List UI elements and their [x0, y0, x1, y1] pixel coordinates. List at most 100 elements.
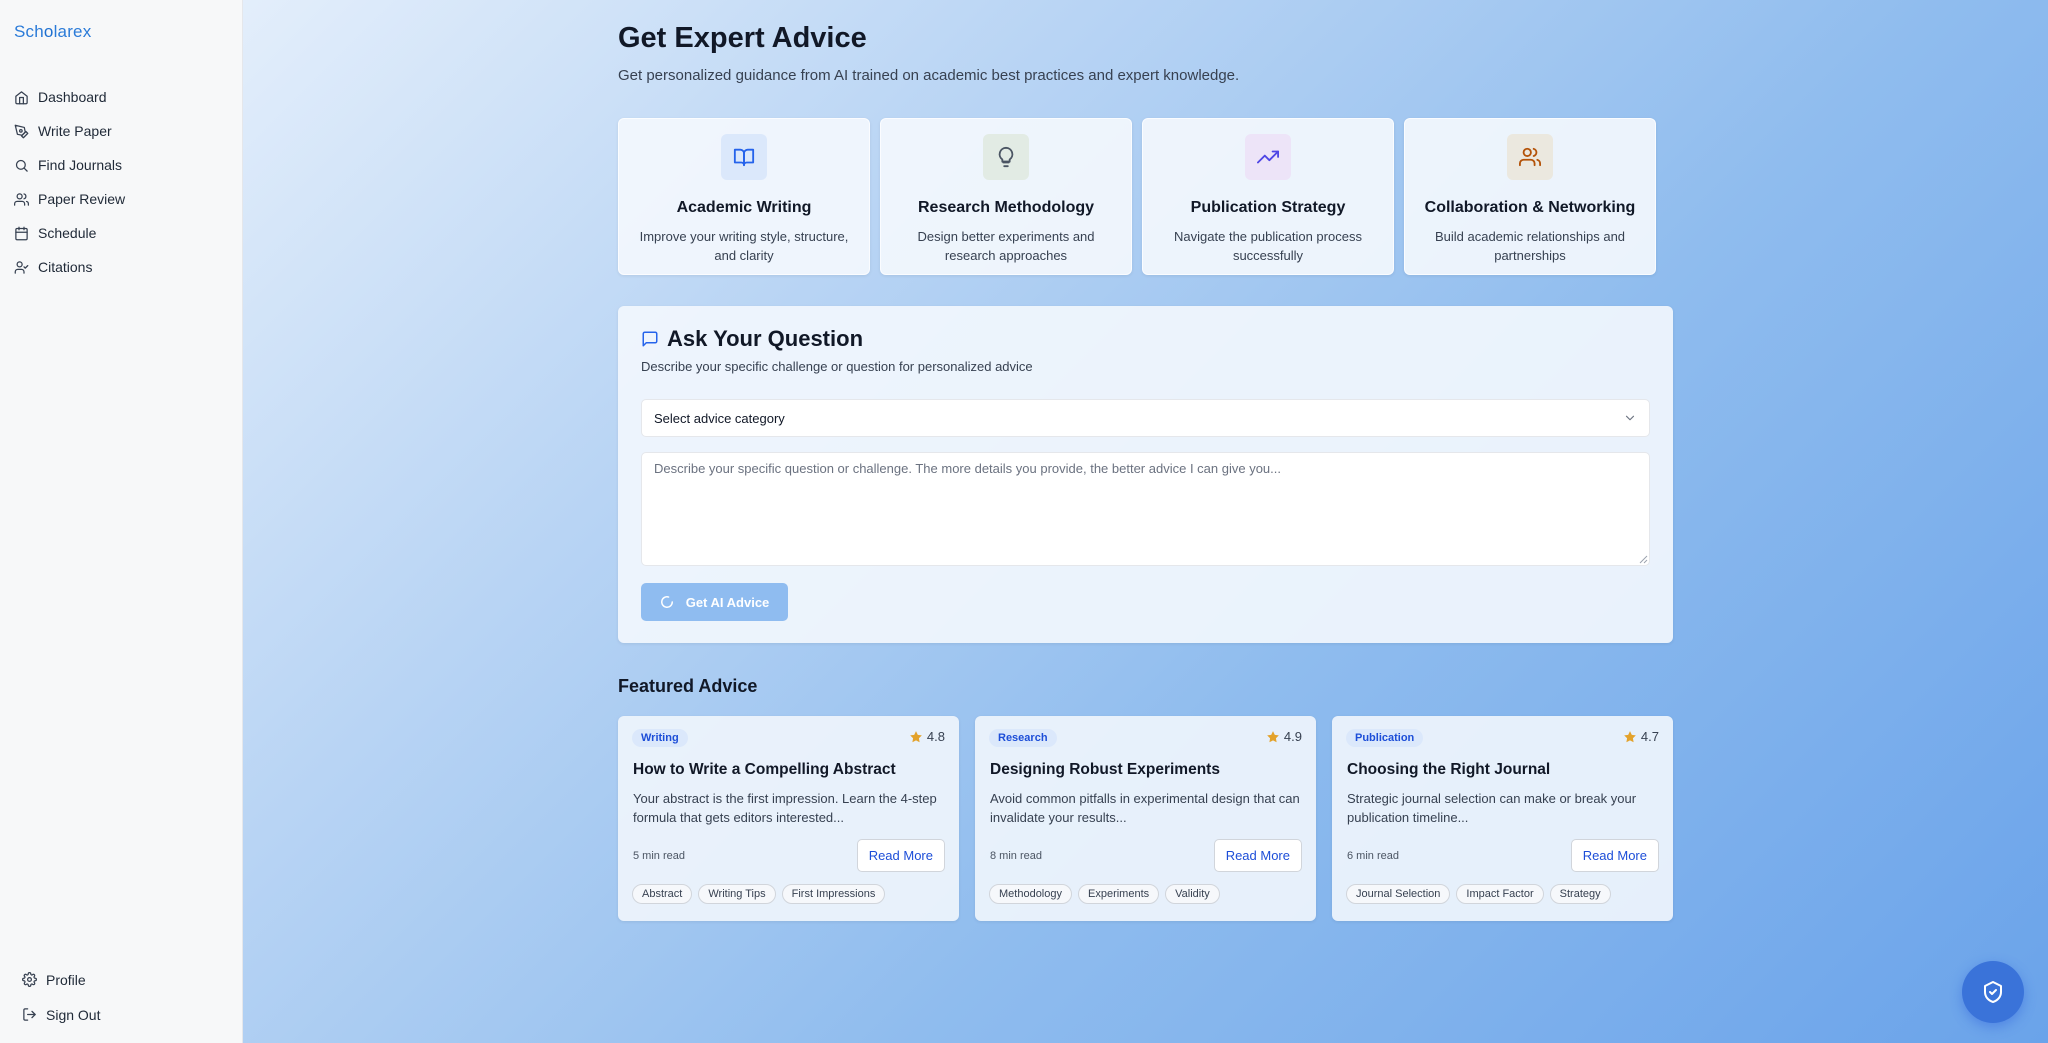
tag[interactable]: Methodology	[989, 884, 1072, 904]
sidebar-item-label: Sign Out	[46, 1006, 101, 1023]
book-open-icon	[733, 148, 755, 167]
star-icon	[1624, 730, 1636, 742]
read-more-button[interactable]: Read More	[856, 839, 945, 872]
sidebar-item-label: Write Paper	[38, 123, 112, 139]
trending-up-icon	[1257, 150, 1279, 164]
resize-grip-icon[interactable]	[1638, 554, 1648, 564]
sidebar-item-schedule[interactable]: Schedule	[14, 216, 229, 250]
tag[interactable]: Experiments	[1078, 884, 1160, 904]
category-desc: Build academic relationships and partner…	[1434, 229, 1626, 263]
category-desc: Navigate the publication process success…	[1174, 229, 1362, 263]
rating-value: 4.8	[926, 729, 945, 744]
sidebar-item-label: Schedule	[38, 225, 97, 241]
sidebar-item-write-paper[interactable]: Write Paper	[14, 114, 229, 148]
category-title: Collaboration & Networking	[1424, 199, 1636, 216]
page-title: Get Expert Advice	[618, 22, 867, 54]
tag[interactable]: Impact Factor	[1456, 884, 1544, 904]
category-desc: Improve your writing style, structure, a…	[639, 229, 849, 263]
advice-category-select[interactable]: Select advice category	[641, 399, 1650, 437]
sidebar-item-label: Paper Review	[38, 191, 126, 207]
button-label: Get AI Advice	[685, 594, 770, 610]
select-value: Select advice category	[654, 410, 785, 426]
read-more-button[interactable]: Read More	[1213, 839, 1302, 872]
featured-advice-card: Writing 4.8 How to Write a Compelling Ab…	[618, 716, 959, 921]
category-title: Publication Strategy	[1190, 199, 1346, 216]
advice-title[interactable]: Designing Robust Experiments	[990, 761, 1220, 779]
ask-description: Describe your specific challenge or ques…	[641, 359, 1033, 374]
sidebar-item-dashboard[interactable]: Dashboard	[14, 80, 229, 114]
page-subtitle: Get personalized guidance from AI traine…	[618, 67, 1240, 84]
advice-description: Avoid common pitfalls in experimental de…	[990, 791, 1300, 825]
pen-icon	[14, 124, 29, 138]
featured-advice-title: Featured Advice	[618, 676, 758, 696]
search-icon	[15, 159, 28, 172]
tag[interactable]: Strategy	[1549, 884, 1611, 904]
advice-description: Your abstract is the first impression. L…	[633, 791, 937, 825]
logout-icon	[23, 1008, 36, 1021]
read-time: 8 min read	[990, 850, 1042, 862]
sidebar-item-find-journals[interactable]: Find Journals	[14, 148, 229, 182]
advice-title[interactable]: How to Write a Compelling Abstract	[633, 761, 896, 779]
sidebar-bottom: Profile Sign Out	[22, 962, 222, 1032]
advice-title[interactable]: Choosing the Right Journal	[1347, 761, 1550, 779]
read-time: 6 min read	[1347, 850, 1399, 862]
sidebar-item-paper-review[interactable]: Paper Review	[14, 182, 229, 216]
home-icon	[15, 90, 28, 104]
question-textarea[interactable]	[641, 452, 1650, 566]
chevron-down-icon	[1625, 415, 1635, 421]
ask-header: Ask Your Question	[641, 326, 863, 352]
category-icon-wrapper	[1245, 134, 1291, 180]
featured-advice-card: Publication 4.7 Choosing the Right Journ…	[1332, 716, 1673, 921]
category-badge: Research	[989, 729, 1057, 747]
loader-icon	[660, 596, 673, 608]
sidebar-item-profile[interactable]: Profile	[22, 962, 222, 997]
sidebar-item-sign-out[interactable]: Sign Out	[22, 997, 222, 1032]
users-icon	[1519, 147, 1541, 167]
user-check-icon	[14, 260, 29, 274]
rating-value: 4.7	[1640, 729, 1659, 744]
tag[interactable]: Writing Tips	[698, 884, 776, 904]
gear-icon	[22, 972, 37, 987]
get-ai-advice-button[interactable]: Get AI Advice	[641, 583, 788, 621]
ask-question-card: Ask Your Question Describe your specific…	[618, 306, 1673, 643]
brand-logo[interactable]: Scholarex	[14, 22, 91, 42]
category-badge: Publication	[1346, 729, 1424, 747]
sidebar-item-label: Dashboard	[38, 89, 107, 105]
shield-icon	[1984, 981, 2002, 1003]
rating: 4.7	[1623, 729, 1659, 744]
rating-value: 4.9	[1283, 729, 1302, 744]
tag[interactable]: Abstract	[632, 884, 693, 904]
featured-advice-card: Research 4.9 Designing Robust Experiment…	[975, 716, 1316, 921]
help-chat-button[interactable]	[1962, 961, 2024, 1023]
tag[interactable]: Journal Selection	[1346, 884, 1451, 904]
sidebar-nav: Dashboard Write Paper Find Journals Pape…	[14, 80, 229, 284]
category-card-collaboration-networking[interactable]: Collaboration & Networking Build academi…	[1404, 118, 1656, 275]
featured-advice-list: Writing 4.8 How to Write a Compelling Ab…	[618, 716, 1673, 921]
tag[interactable]: First Impressions	[781, 884, 886, 904]
ask-title: Ask Your Question	[667, 326, 864, 351]
category-card-academic-writing[interactable]: Academic Writing Improve your writing st…	[618, 118, 870, 275]
read-time: 5 min read	[633, 850, 685, 862]
category-card-research-methodology[interactable]: Research Methodology Design better exper…	[880, 118, 1132, 275]
category-icon-wrapper	[1507, 134, 1553, 180]
tag[interactable]: Validity	[1165, 884, 1220, 904]
sidebar: Scholarex Dashboard Write Paper Find Jou…	[0, 0, 243, 1043]
category-badge: Writing	[632, 729, 688, 747]
lightbulb-icon	[998, 146, 1014, 168]
sidebar-item-label: Citations	[38, 259, 93, 275]
category-title: Academic Writing	[676, 199, 812, 216]
star-icon	[910, 730, 922, 742]
read-more-button[interactable]: Read More	[1570, 839, 1659, 872]
rating: 4.8	[909, 729, 945, 744]
sidebar-item-citations[interactable]: Citations	[14, 250, 229, 284]
category-desc: Design better experiments and research a…	[917, 229, 1095, 263]
tag-list: Methodology Experiments Validity	[989, 884, 1220, 904]
category-title: Research Methodology	[917, 199, 1095, 216]
category-card-publication-strategy[interactable]: Publication Strategy Navigate the public…	[1142, 118, 1394, 275]
sidebar-item-label: Profile	[46, 971, 86, 988]
category-icon-wrapper	[721, 134, 767, 180]
category-icon-wrapper	[983, 134, 1029, 180]
sidebar-item-label: Find Journals	[38, 157, 123, 173]
users-icon	[14, 192, 29, 206]
rating: 4.9	[1266, 729, 1302, 744]
